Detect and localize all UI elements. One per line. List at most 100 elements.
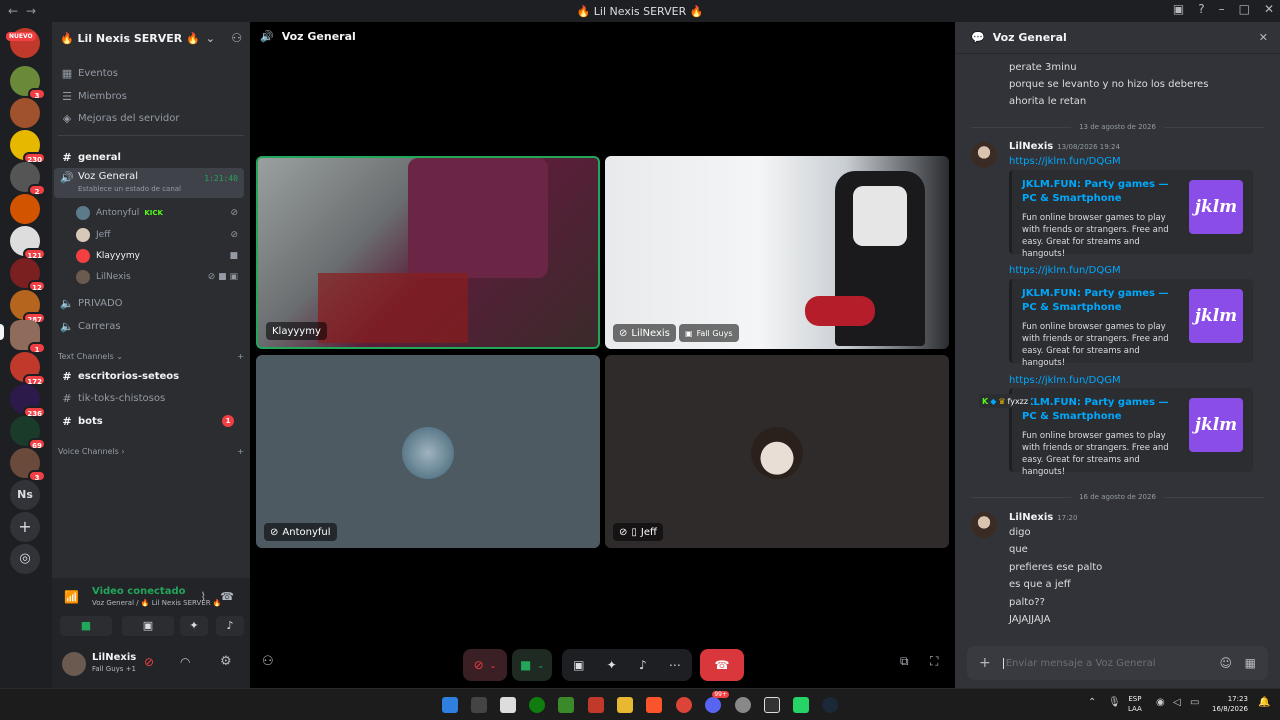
chrome-icon[interactable] [676, 697, 692, 713]
discord-icon[interactable]: 99+ [705, 691, 729, 713]
server-icon[interactable]: 69 [10, 416, 46, 450]
disconnect-button[interactable]: ☎ [700, 649, 744, 681]
discover-icon[interactable]: ◎ [10, 544, 40, 574]
add-attachment-icon[interactable]: + [979, 655, 991, 671]
message-author[interactable]: LilNexis 17:20 [1009, 512, 1077, 523]
start-icon[interactable] [442, 697, 458, 713]
server-icon[interactable]: 230 [10, 130, 46, 164]
task-view-icon[interactable] [471, 697, 487, 713]
category-voice-channels[interactable]: Voice Channels › + [58, 447, 244, 456]
tray-chevron-icon[interactable]: ⌃ [1088, 697, 1096, 708]
avatar[interactable] [971, 142, 997, 168]
server-icon[interactable]: 12 [10, 258, 46, 292]
store-icon[interactable] [500, 697, 516, 713]
server-icon[interactable]: 2 [10, 162, 46, 196]
disconnect-icon[interactable]: ☎ [220, 590, 234, 603]
maximize-button[interactable]: □ [1239, 2, 1250, 16]
server-icon-current[interactable]: 1 [10, 320, 46, 354]
wifi-icon[interactable]: ◉ [1156, 697, 1165, 708]
channel-bots[interactable]: # bots 1 [54, 410, 244, 432]
channel-privado[interactable]: 🔈 PRIVADO [54, 292, 244, 314]
reaction-row[interactable]: K ◆ ♛ fyxzz [979, 394, 1032, 408]
soundboard-icon[interactable]: ♪ [639, 658, 647, 672]
steam-icon[interactable] [822, 697, 838, 713]
fullscreen-icon[interactable]: ⛶ [930, 654, 938, 669]
embed-thumbnail[interactable]: jklm [1189, 398, 1243, 452]
server-icon[interactable]: 172 [10, 352, 46, 386]
server-icon[interactable]: NUEVO [6, 28, 40, 58]
mic-muted-icon[interactable]: ⊘ [144, 655, 154, 669]
headphones-icon[interactable]: ◠ [180, 655, 190, 669]
message-input[interactable]: + Enviar mensaje a Voz General ☺ ▦ [967, 646, 1268, 680]
battery-icon[interactable]: ▭ [1190, 697, 1199, 708]
channel-tik-toks[interactable]: # tik-toks-chistosos [54, 387, 244, 409]
embed-thumbnail[interactable]: jklm [1189, 180, 1243, 234]
boosts-item[interactable]: ◈ Mejoras del servidor [54, 107, 244, 129]
channel-carreras[interactable]: 🔈 Carreras [54, 315, 244, 337]
add-channel-icon[interactable]: + [237, 352, 244, 361]
message-link[interactable]: https://jklm.fun/DQGM [1009, 375, 1121, 386]
notification-icon[interactable]: 🔔 [1258, 697, 1270, 708]
close-icon[interactable]: ✕ [1259, 31, 1268, 44]
minimize-button[interactable]: – [1219, 2, 1225, 16]
invite-icon[interactable]: ⚇ [262, 654, 274, 669]
video-tile-lilnexis[interactable]: ⊘ LilNexis ▣ Fall Guys [605, 156, 949, 349]
close-button[interactable]: ✕ [1264, 2, 1274, 16]
events-item[interactable]: ▦ Eventos [54, 62, 244, 84]
popout-icon[interactable]: ⧉ [900, 654, 909, 669]
inbox-icon[interactable]: ▣ [1173, 2, 1184, 16]
add-channel-icon[interactable]: + [237, 447, 244, 456]
mic-toggle-button[interactable]: ⊘ ⌄ [463, 649, 507, 681]
channel-escritorios-seteos[interactable]: # escritorios-seteos [54, 365, 244, 387]
activities-icon[interactable]: ✦ [607, 658, 617, 672]
embed-title[interactable]: JKLM.FUN: Party games — PC & Smartphone [1022, 178, 1182, 206]
video-tile-jeff[interactable]: ⊘ ▯ Jeff [605, 355, 949, 548]
server-icon[interactable]: 3 [10, 448, 46, 482]
camera-toggle-button[interactable]: ■ ⌄ [512, 649, 552, 681]
message-author[interactable]: LilNexis 13/08/2026 19:24 [1009, 141, 1120, 152]
channel-status[interactable]: Establece un estado de canal [78, 185, 181, 193]
voice-status[interactable]: Video conectado [92, 586, 185, 597]
server-icon[interactable] [10, 98, 40, 128]
embed-thumbnail[interactable]: jklm [1189, 289, 1243, 343]
server-icon[interactable]: 287 [10, 290, 46, 324]
volume-icon[interactable]: ◁ [1173, 697, 1181, 708]
server-icon[interactable]: 236 [10, 384, 46, 418]
voice-user[interactable]: Klayyymy ■ [76, 245, 246, 266]
server-icon[interactable] [10, 194, 40, 224]
obs-icon[interactable] [735, 697, 751, 713]
capcut-icon[interactable] [764, 697, 780, 713]
server-icon[interactable]: 121 [10, 226, 46, 260]
add-server-icon[interactable]: + [10, 512, 40, 542]
file-explorer-icon[interactable] [617, 697, 633, 713]
voice-user[interactable]: Jeff ⊘ [76, 224, 246, 245]
whatsapp-icon[interactable] [793, 697, 809, 713]
help-icon[interactable]: ? [1198, 2, 1204, 16]
server-header[interactable]: 🔥 Lil Nexis SERVER 🔥 ⌄ ⚇ [52, 22, 250, 54]
screenshare-icon[interactable]: ▣ [573, 658, 584, 672]
avatar[interactable] [971, 512, 997, 538]
video-tile-antonyful[interactable]: ⊘ Antonyful [256, 355, 600, 548]
minecraft-icon[interactable] [558, 697, 574, 713]
category-text-channels[interactable]: Text Channels ⌄ + [58, 352, 244, 361]
soundboard-button[interactable]: ♪ [216, 616, 244, 636]
camera-button[interactable]: ■ [60, 616, 112, 636]
embed-title[interactable]: JKLM.FUN: Party games — PC & Smartphone [1022, 396, 1182, 424]
video-tile-klayyymy[interactable]: Klayyymy [256, 156, 600, 349]
gear-icon[interactable]: ⚙ [220, 654, 232, 669]
more-icon[interactable]: ⋯ [669, 658, 681, 672]
language-indicator[interactable]: ESP LAA [1128, 694, 1142, 714]
activities-button[interactable]: ✦ [180, 616, 208, 636]
apps-icon[interactable]: ▦ [1245, 656, 1256, 670]
voice-user[interactable]: LilNexis ⊘ ■ ▣ [76, 266, 246, 287]
server-icon[interactable]: 3 [10, 66, 46, 100]
voice-user[interactable]: Antonyful KICK ⊘ [76, 202, 246, 223]
embed-title[interactable]: JKLM.FUN: Party games — PC & Smartphone [1022, 287, 1182, 315]
xbox-icon[interactable] [529, 697, 545, 713]
noise-suppression-icon[interactable]: ⌇ [201, 590, 206, 603]
microphone-icon[interactable]: 🎙 [1108, 697, 1121, 708]
members-item[interactable]: ☰ Miembros [54, 85, 244, 107]
server-icon-ns[interactable]: Ns [10, 480, 40, 510]
message-link[interactable]: https://jklm.fun/DQGM [1009, 156, 1121, 167]
channel-voz-general[interactable]: 🔊 Voz General 1:21:40 Establece un estad… [54, 168, 244, 198]
